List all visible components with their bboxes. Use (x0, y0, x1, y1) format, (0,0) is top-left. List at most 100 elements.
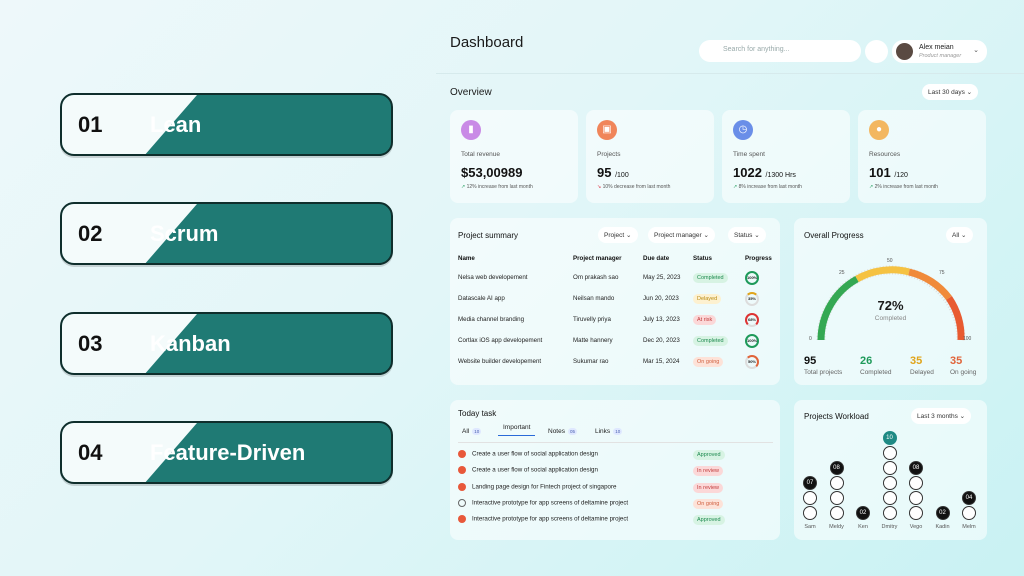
workload-person-name: Sam (804, 524, 816, 530)
check-icon (458, 450, 466, 458)
unchecked-icon (458, 499, 466, 507)
tab-all[interactable]: All 10 (462, 428, 482, 435)
filter-status[interactable]: Status ⌄ (728, 227, 766, 243)
user-role: Product manager (919, 53, 962, 59)
workload-circle: 04 (962, 491, 976, 505)
workload-circle (829, 491, 844, 505)
progress-ring: 50% (745, 354, 759, 369)
project-table: Name Project manager Due date Status Pro… (458, 250, 774, 372)
status-badge: Approved (693, 450, 725, 460)
table-row[interactable]: Website builder developement Sukumar rao M… (458, 351, 774, 372)
project-summary-card: Project summary Project ⌄ Project manage… (450, 218, 780, 385)
status-badge: In review (693, 483, 724, 493)
briefcase-icon: ▣ (597, 120, 617, 140)
gauge-tick: 50 (887, 258, 893, 264)
task-item[interactable]: Interactive prototype for app screens of… (458, 499, 628, 507)
stat-value: 1022 /1300 Hrs (733, 165, 796, 180)
stat-total-label: Total projects (804, 369, 843, 376)
trend-up-icon: ↗ (733, 184, 738, 190)
stat-total-value: 95 (804, 355, 817, 367)
stat-trend: ↗ 12% increase from last month (461, 184, 533, 190)
notification-button[interactable] (865, 40, 888, 63)
workload-circle: 08 (829, 461, 844, 475)
status-badge: In review (693, 466, 724, 476)
search-input[interactable]: Search for anything... (699, 40, 861, 62)
workload-circle (962, 506, 976, 520)
workload-circle (909, 506, 923, 520)
table-row[interactable]: Nelsa web developement Om prakash sao May … (458, 267, 774, 288)
tab-links[interactable]: Links 10 (595, 428, 623, 435)
stat-completed-label: Completed (860, 369, 892, 376)
workload-circle (882, 506, 897, 520)
dashboard: Dashboard Search for anything... Alex me… (436, 0, 1024, 576)
stat-label: Projects (597, 151, 621, 158)
status-badge: On going (693, 499, 724, 509)
workload-circle (803, 506, 817, 520)
progress-ring: 35% (745, 291, 759, 306)
method-label: Scrum (150, 220, 219, 246)
progress-filter-dropdown[interactable]: All ⌄ (946, 227, 973, 243)
overall-progress-title: Overall Progress (804, 231, 864, 240)
user-name: Alex meian (919, 44, 954, 51)
workload-circle: 02 (856, 506, 870, 520)
method-number: 03 (78, 330, 103, 356)
task-item[interactable]: Create a user flow of social application… (458, 466, 598, 474)
method-label: Kanban (150, 330, 231, 356)
filter-project[interactable]: Project ⌄ (598, 227, 638, 243)
stat-label: Resources (869, 151, 901, 158)
method-pill-feature-driven: 04 Feature-Driven (60, 421, 393, 484)
workload-person-name: Ken (858, 524, 868, 530)
today-task-title: Today task (458, 409, 497, 418)
progress-percent-label: Completed (874, 315, 907, 322)
status-badge: Completed (693, 272, 728, 283)
method-pill-lean: 01 Lean (60, 93, 393, 156)
overall-progress-card: Overall Progress All ⌄ 0 25 50 75 100 72… (794, 218, 987, 385)
gauge-tick: 100 (963, 336, 972, 342)
table-row[interactable]: Datascale AI app Neilsan mando Jun 20, 202… (458, 288, 774, 309)
workload-person-name: Dmitry (881, 524, 898, 530)
stat-card-projects: ▣ Projects 95 /100 ↘ 10% decrease from l… (586, 110, 714, 203)
method-number: 04 (78, 439, 103, 465)
status-badge: Delayed (693, 293, 722, 304)
tabs-divider (458, 442, 773, 443)
method-label: Lean (150, 111, 202, 137)
task-item[interactable]: Create a user flow of social application… (458, 450, 598, 458)
workload-circle (882, 446, 897, 460)
gauge-tick: 0 (809, 336, 812, 342)
stat-completed-value: 26 (860, 355, 873, 367)
task-item[interactable]: Landing page design for Fintech project … (458, 483, 616, 491)
chevron-down-icon: ⌄ (973, 47, 979, 54)
stat-label: Time spent (733, 151, 765, 158)
stat-card-revenue: ▮ Total revenue $53,00989 ↗ 12% increase… (450, 110, 578, 203)
table-row[interactable]: Media channel branding Tiruvelly priya Jul… (458, 309, 774, 330)
stat-ongoing-label: On going (950, 369, 977, 376)
trend-up-icon: ↗ (869, 184, 874, 190)
chart-icon: ▮ (461, 120, 481, 140)
user-menu[interactable]: Alex meian Product manager ⌄ (892, 40, 987, 63)
workload-circle (882, 461, 897, 475)
check-icon (458, 483, 466, 491)
table-row[interactable]: Cortlax iOS app developement Matte hanner… (458, 330, 774, 351)
trend-down-icon: ↘ (597, 184, 602, 190)
stat-card-time: ◷ Time spent 1022 /1300 Hrs ↗ 8% increas… (722, 110, 850, 203)
progress-ring: 100% (745, 333, 759, 348)
progress-percent: 72% (877, 298, 904, 313)
workload-circle (909, 491, 923, 505)
workload-circle (882, 491, 897, 505)
stat-delayed-value: 35 (910, 355, 923, 367)
tab-important[interactable]: Important (498, 424, 536, 436)
status-badge: At risk (693, 314, 717, 325)
stat-value: $53,00989 (461, 165, 523, 180)
stat-trend: ↗ 8% increase from last month (733, 184, 802, 190)
tab-notes[interactable]: Notes 05 (548, 428, 577, 435)
check-icon (458, 515, 466, 523)
chevron-down-icon: ⌄ (966, 89, 973, 96)
method-number: 01 (78, 111, 103, 137)
range-dropdown[interactable]: Last 30 days ⌄ (922, 84, 979, 100)
stat-value: 95 /100 (597, 165, 629, 180)
filter-project-manager[interactable]: Project manager ⌄ (648, 227, 715, 243)
avatar (896, 43, 913, 60)
task-item[interactable]: Interactive prototype for app screens of… (458, 515, 628, 523)
workload-circle: 08 (909, 461, 923, 475)
status-badge: On going (693, 356, 724, 367)
